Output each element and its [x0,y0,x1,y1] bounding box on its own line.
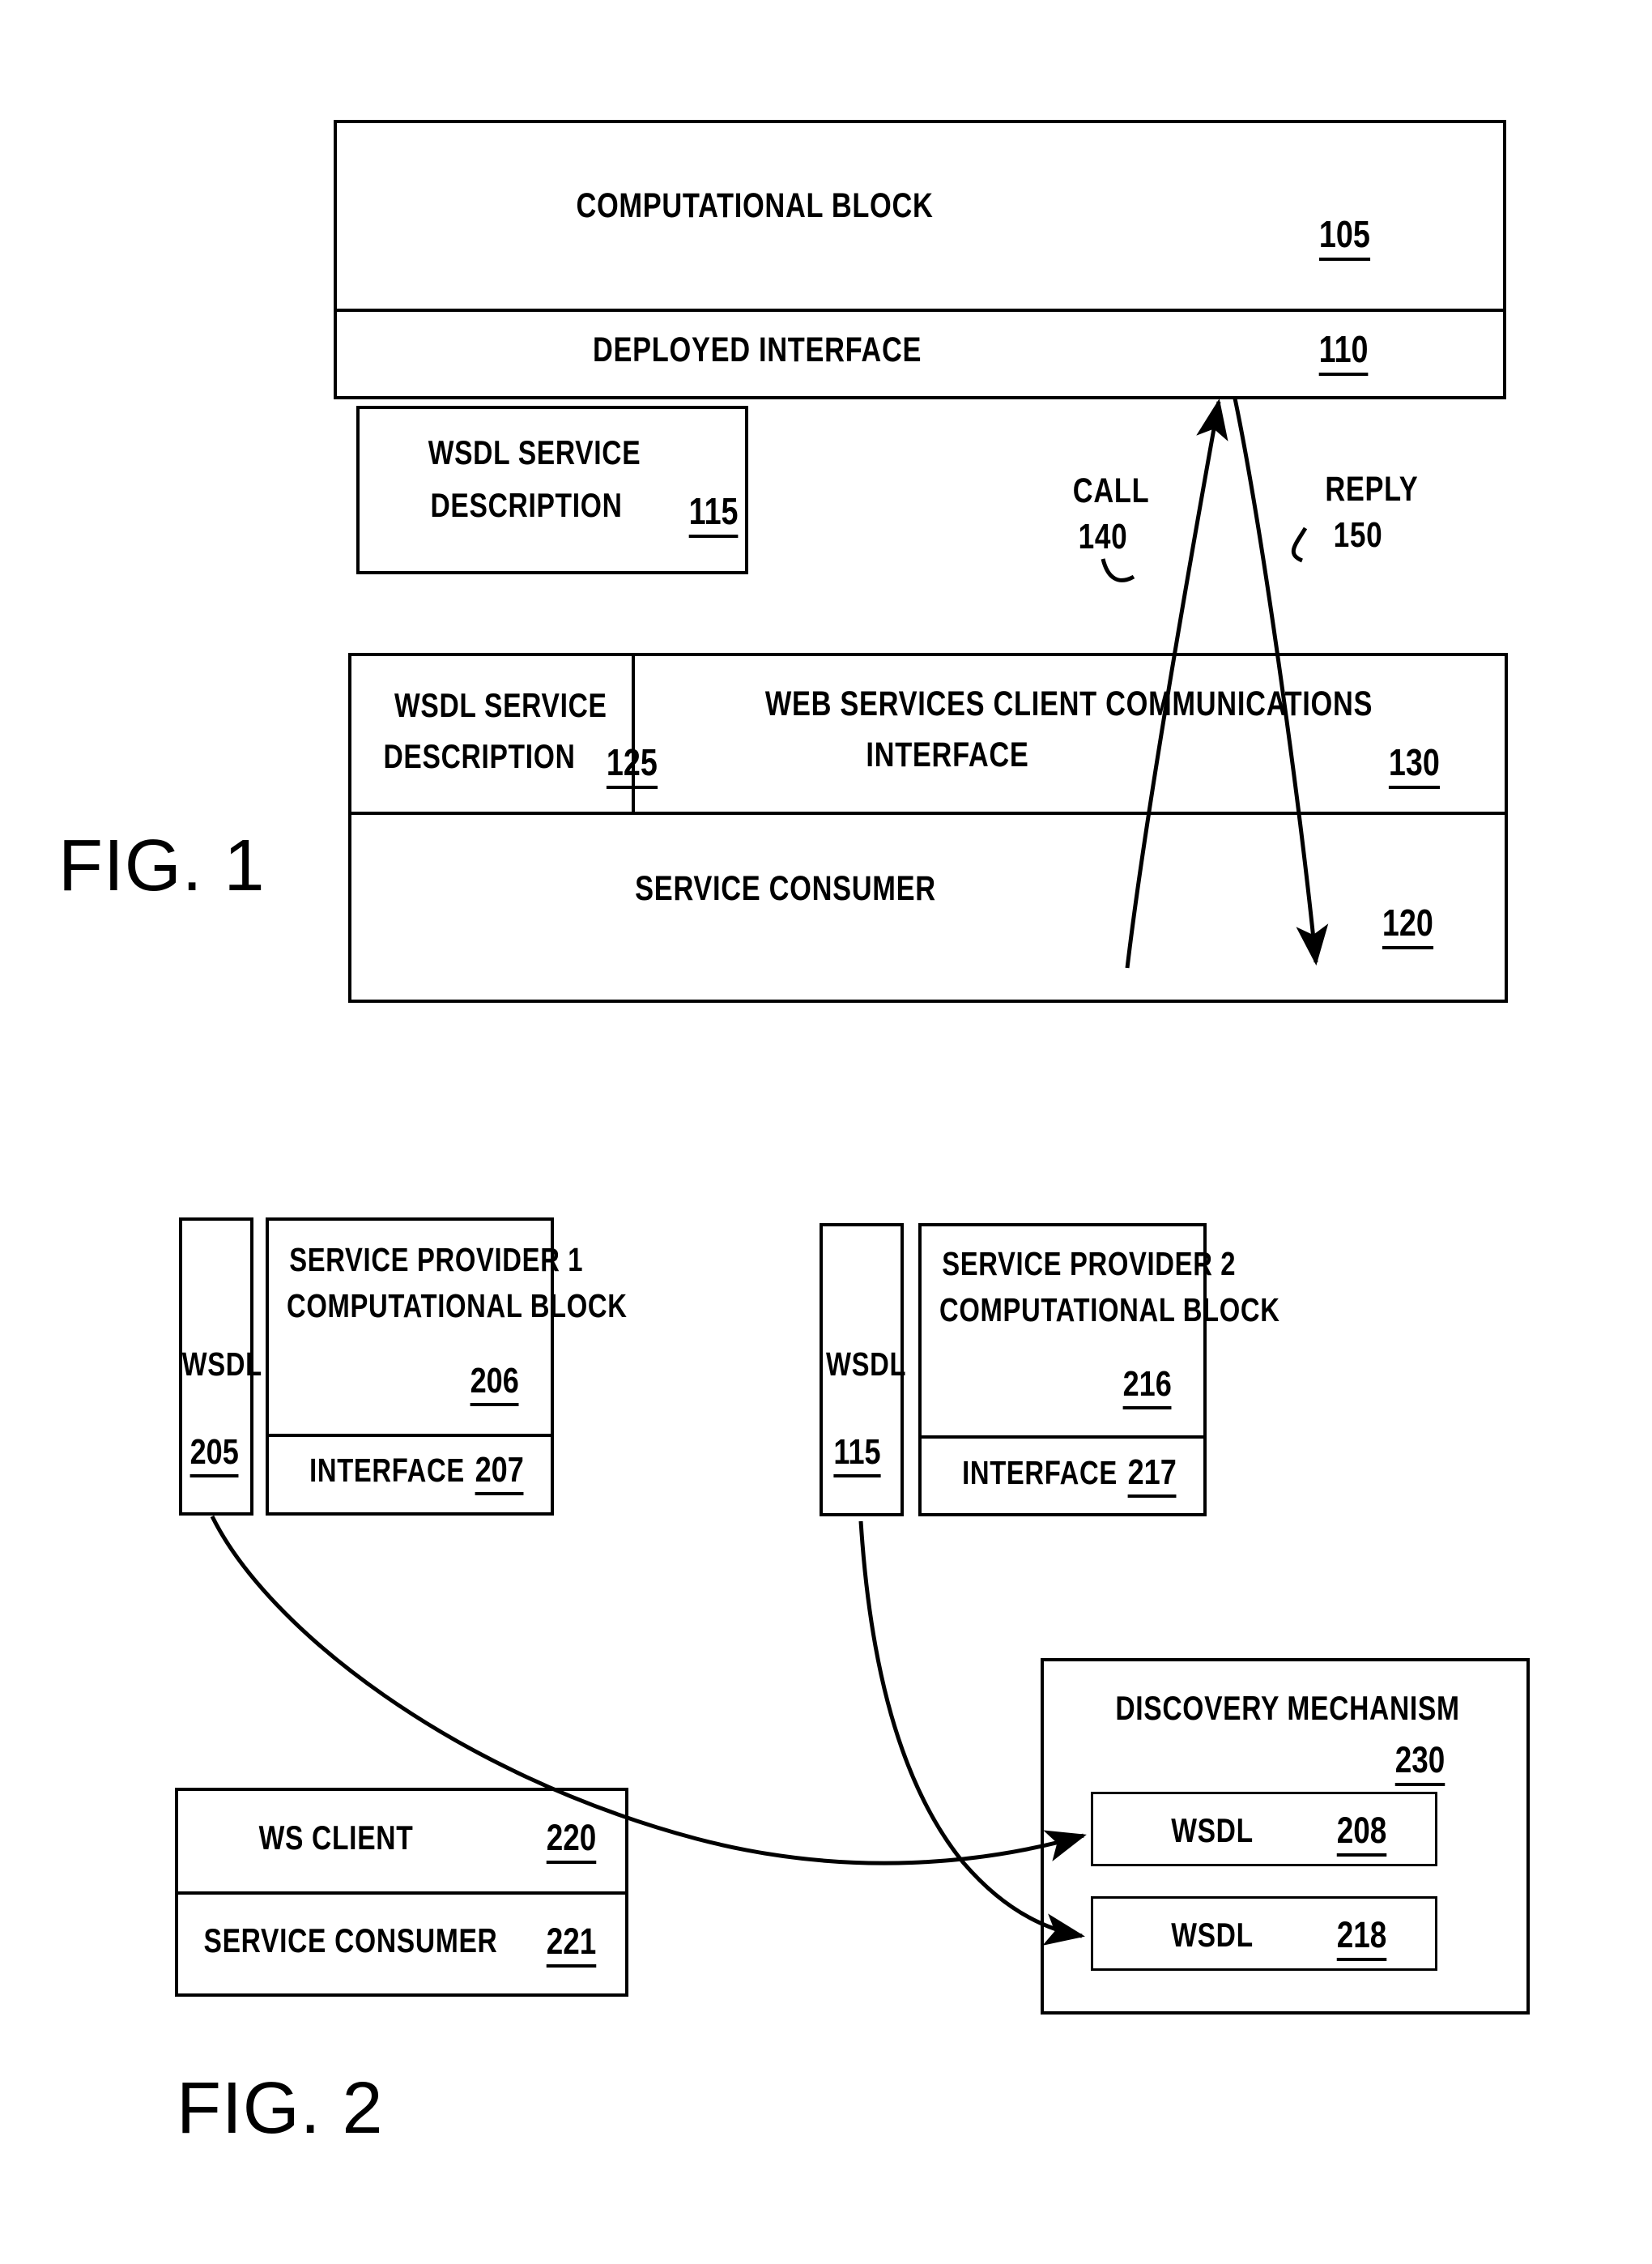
fig2-provider1-divider [266,1434,554,1437]
fig2-wsdl-205-ref: 205 [189,1432,239,1477]
fig1-client-interface-line1: WEB SERVICES CLIENT COMMUNICATIONS [764,684,1373,723]
fig1-service-consumer-ref: 120 [1382,901,1433,949]
fig2-provider2-interface-ref: 217 [1127,1452,1177,1498]
fig1-caption: FIG. 1 [58,825,266,906]
fig2-service-consumer-ref: 221 [546,1921,597,1968]
fig1-service-consumer-label: SERVICE CONSUMER [635,869,936,908]
fig2-discovery-wsdl-218-ref: 218 [1336,1914,1387,1961]
fig2-provider2-divider [918,1435,1207,1439]
fig2-wsdl-115-ref: 115 [833,1432,881,1477]
fig1-reply-ref: 150 [1333,515,1383,555]
fig2-discovery-wsdl-208-label: WSDL [1171,1811,1254,1849]
fig2-ws-client-label: WS CLIENT [258,1818,414,1857]
fig1-wsdl-115-line1: WSDL SERVICE [428,433,641,471]
fig1-wsdl-125-line1: WSDL SERVICE [394,686,607,724]
fig2-wsdl-115-label: WSDL [826,1345,907,1383]
fig2-provider2-ref: 216 [1122,1364,1172,1409]
fig2-provider1-ref: 206 [470,1361,519,1406]
fig1-reply-leader [1291,527,1308,563]
fig1-wsdl-115-line2: DESCRIPTION [430,486,623,524]
fig1-wsdl-115-ref: 115 [688,489,739,538]
fig1-deployed-interface-ref: 110 [1318,327,1369,376]
fig1-call-leader [1101,558,1135,582]
fig2-discovery-wsdl-208-ref: 208 [1336,1810,1387,1857]
patent-drawing-sheet: COMPUTATIONAL BLOCK 105 DEPLOYED INTERFA… [0,0,1652,2264]
fig2-provider2-interface-label: INTERFACE [962,1454,1118,1491]
fig2-provider1-interface-ref: 207 [475,1450,524,1495]
fig2-provider2-line1: SERVICE PROVIDER 2 [942,1245,1237,1282]
fig1-call-ref: 140 [1078,517,1128,556]
fig2-provider1-interface-label: INTERFACE [309,1452,465,1489]
fig2-caption: FIG. 2 [177,2068,384,2149]
fig2-provider1-line1: SERVICE PROVIDER 1 [289,1241,584,1278]
fig2-wsdl-205-label: WSDL [181,1345,262,1383]
fig2-discovery-wsdl-218-label: WSDL [1171,1916,1254,1954]
fig1-client-interface-ref: 130 [1388,740,1440,789]
fig2-ws-client-divider [175,1891,628,1895]
fig2-provider1-line2: COMPUTATIONAL BLOCK [287,1287,628,1324]
fig2-discovery-title: DISCOVERY MECHANISM [1115,1689,1460,1727]
fig2-service-consumer-label: SERVICE CONSUMER [203,1921,498,1959]
fig1-reply-label: REPLY [1325,470,1419,509]
fig2-provider2-line2: COMPUTATIONAL BLOCK [939,1291,1280,1328]
fig1-computational-block-label: COMPUTATIONAL BLOCK [576,186,934,225]
fig1-client-interface-line2: INTERFACE [866,735,1029,774]
fig1-provider-divider [334,309,1506,312]
fig1-wsdl-125-ref: 125 [606,740,658,789]
fig2-discovery-ref: 230 [1394,1739,1446,1786]
fig1-wsdl-125-line2: DESCRIPTION [383,737,576,775]
fig1-deployed-interface-label: DEPLOYED INTERFACE [593,330,922,369]
fig1-consumer-divider [348,812,1508,815]
fig1-call-label: CALL [1072,471,1150,510]
fig2-ws-client-ref: 220 [546,1817,597,1864]
fig1-computational-block-ref: 105 [1318,212,1370,261]
